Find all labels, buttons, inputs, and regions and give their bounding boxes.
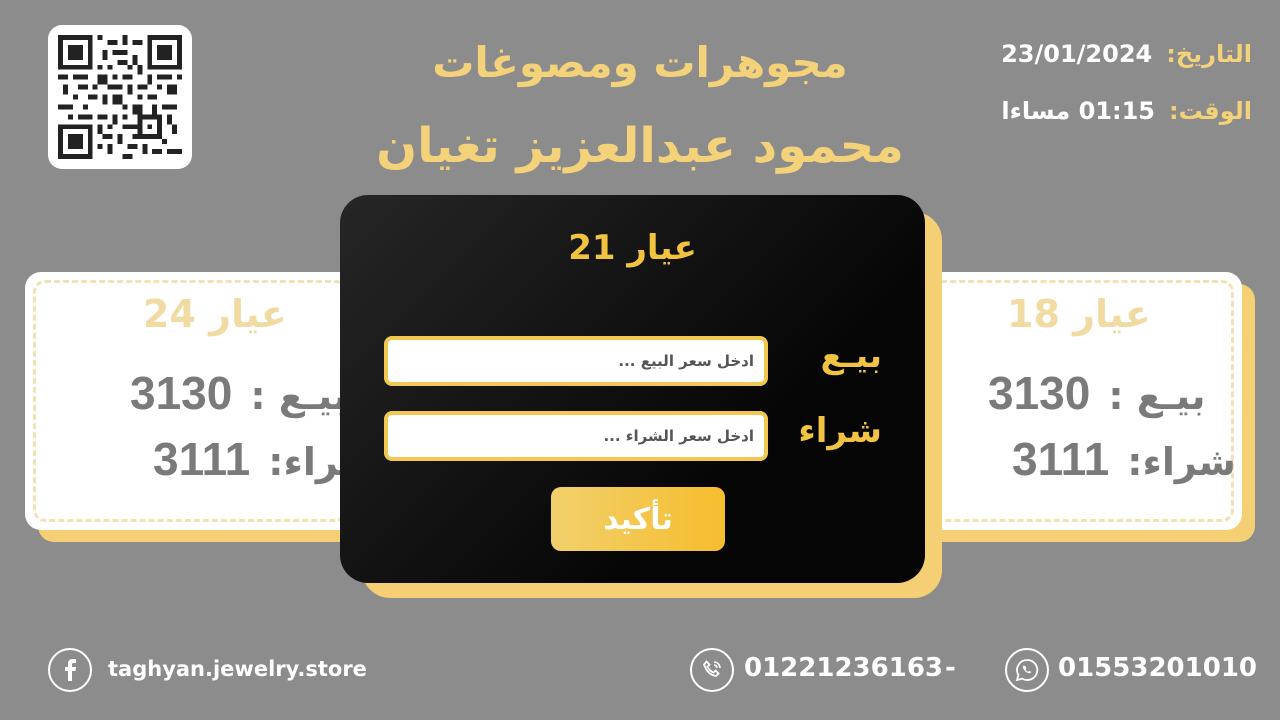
card-18-sell-row: بيـع : 3130 <box>988 366 1206 420</box>
time-value: 01:15 مساءا <box>1001 97 1155 125</box>
store-title-line1: مجوهرات ومصوغات <box>432 38 848 87</box>
qr-code-icon <box>58 35 182 159</box>
card-24-sell-value: 3130 <box>130 367 233 419</box>
card-18-buy-row: شراء: 3111 <box>1012 432 1236 486</box>
card-18-sell-label: بيـع : <box>1108 374 1206 418</box>
card-24-buy-value: 3111 <box>153 433 251 485</box>
buy-price-field[interactable] <box>384 411 768 461</box>
card-24-title: عيار 24 <box>143 292 287 336</box>
store-title-line2: محمود عبدالعزيز تغيان <box>376 118 904 174</box>
whatsapp-icon <box>1005 648 1049 692</box>
qr-code <box>48 25 192 169</box>
time-row: الوقت: 01:15 مساءا <box>1001 97 1252 125</box>
date-value: 23/01/2024 <box>1001 40 1153 68</box>
facebook-handle[interactable]: taghyan.jewelry.store <box>108 657 367 681</box>
card-24-sell-row: بيـع : 3130 <box>130 366 348 420</box>
whatsapp-number[interactable]: 01553201010 <box>1058 653 1257 683</box>
card-18-buy-label: شراء: <box>1127 440 1236 484</box>
card-karat-24: عيار 24 بيـع : 3130 شراء: 3111 <box>25 272 377 530</box>
confirm-button[interactable]: تأكيد <box>551 487 725 551</box>
phone-number[interactable]: 01221236163 <box>744 653 943 683</box>
date-row: التاريخ: 23/01/2024 <box>1001 40 1252 68</box>
date-label: التاريخ: <box>1166 40 1252 68</box>
card-18-title: عيار 18 <box>1007 292 1151 336</box>
sell-label: بيـع <box>820 336 883 376</box>
card-karat-18: عيار 18 بيـع : 3130 شراء: 3111 <box>912 272 1242 530</box>
buy-label: شراء <box>798 411 882 451</box>
buy-price-input[interactable] <box>388 415 764 457</box>
card-18-buy-value: 3111 <box>1012 433 1110 485</box>
phone-separator: - <box>945 653 956 683</box>
facebook-icon[interactable] <box>48 648 92 692</box>
sell-price-field[interactable] <box>384 336 768 386</box>
card-18-sell-value: 3130 <box>988 367 1091 419</box>
sell-price-input[interactable] <box>388 340 764 382</box>
phone-icon <box>690 648 734 692</box>
time-label: الوقت: <box>1168 97 1252 125</box>
modal-title: عيار 21 <box>568 228 697 268</box>
card-24-sell-label: بيـع : <box>250 374 348 418</box>
